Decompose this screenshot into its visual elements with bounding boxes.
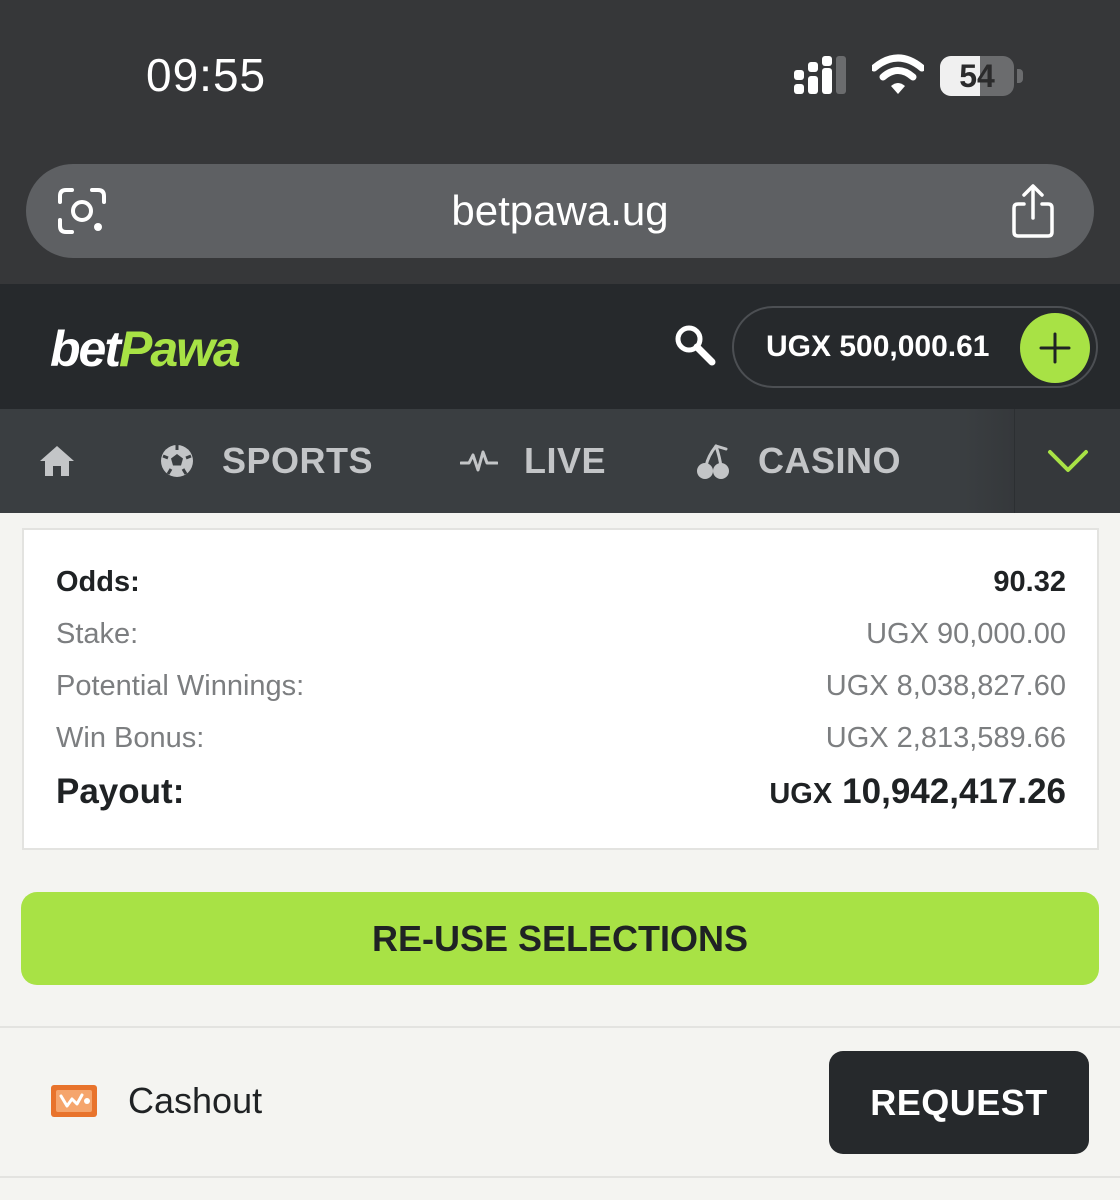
odds-row: Odds: 90.32	[56, 566, 1066, 599]
divider	[0, 1176, 1120, 1178]
betpawa-logo[interactable]: betPawa	[50, 320, 241, 378]
stake-row: Stake: UGX 90,000.00	[56, 618, 1066, 651]
nav-casino-label: CASINO	[758, 440, 902, 481]
logo-pawa: Pawa	[119, 321, 241, 377]
soccer-ball-icon	[161, 445, 193, 477]
url-text[interactable]: betpawa.ug	[26, 164, 1094, 258]
battery-level: 54	[959, 58, 995, 94]
bet-summary-card: Odds: 90.32 Stake: UGX 90,000.00 Potenti…	[22, 528, 1099, 850]
pulse-icon	[460, 450, 498, 472]
cashout-label: Cashout	[128, 1080, 263, 1121]
payout-row: Payout: UGX 10,942,417.26	[56, 772, 1066, 812]
account-balance[interactable]: UGX 500,000.61	[766, 308, 990, 386]
nav-sports-label: SPORTS	[222, 440, 374, 481]
payout-label: Payout:	[56, 772, 185, 811]
potential-winnings-value: UGX 8,038,827.60	[825, 670, 1066, 702]
payout-amount: 10,942,417.26	[842, 772, 1066, 811]
home-icon	[40, 446, 74, 476]
share-icon[interactable]	[1010, 184, 1056, 238]
nav-casino[interactable]: CASINO	[694, 409, 901, 513]
cashout-request-button[interactable]: REQUEST	[829, 1051, 1089, 1154]
reuse-selections-button[interactable]: RE-USE SELECTIONS	[21, 892, 1099, 985]
plus-icon	[1039, 332, 1071, 364]
battery-icon: 54	[940, 56, 1024, 96]
win-bonus-row: Win Bonus: UGX 2,813,589.66	[56, 722, 1066, 755]
address-bar[interactable]: betpawa.ug	[26, 164, 1094, 258]
nav-live[interactable]: LIVE	[460, 409, 606, 513]
cellular-signal-icon	[794, 56, 846, 94]
nav-expand-button[interactable]	[1014, 409, 1120, 513]
win-bonus-value: UGX 2,813,589.66	[825, 722, 1066, 754]
wifi-icon	[872, 54, 924, 94]
potential-winnings-row: Potential Winnings: UGX 8,038,827.60	[56, 670, 1066, 703]
stake-value: UGX 90,000.00	[866, 618, 1066, 650]
balance-pill[interactable]: UGX 500,000.61	[732, 306, 1098, 388]
logo-bet: bet	[50, 321, 121, 377]
cashout-row: Cashout REQUEST	[0, 1028, 1120, 1176]
site-header: betPawa UGX 500,000.61	[0, 284, 1120, 409]
browser-chrome: 09:55 54 betpawa.ug	[0, 0, 1120, 284]
battery-body: 54	[940, 56, 1014, 96]
payout-value: UGX 10,942,417.26	[769, 772, 1066, 812]
cherries-icon	[697, 444, 729, 479]
stake-label: Stake:	[56, 618, 139, 650]
cashout-icon	[51, 1085, 97, 1117]
potential-winnings-label: Potential Winnings:	[56, 670, 305, 702]
nav-sports[interactable]: SPORTS	[158, 409, 373, 513]
chevron-down-icon	[1048, 450, 1088, 472]
main-nav: SPORTS LIVE CASINO	[0, 409, 1120, 513]
deposit-button[interactable]	[1020, 313, 1090, 383]
nav-more	[964, 409, 1120, 513]
payout-currency: UGX	[769, 778, 833, 810]
odds-value: 90.32	[993, 566, 1066, 598]
win-bonus-label: Win Bonus:	[56, 722, 205, 754]
nav-overflow-shade	[964, 409, 1014, 513]
nav-live-label: LIVE	[524, 440, 607, 481]
nav-home[interactable]	[38, 409, 76, 513]
status-clock: 09:55	[146, 49, 267, 101]
odds-label: Odds:	[56, 566, 140, 598]
visual-lookup-icon[interactable]	[56, 186, 108, 236]
search-icon[interactable]	[672, 322, 718, 368]
battery-tip	[1017, 69, 1023, 83]
